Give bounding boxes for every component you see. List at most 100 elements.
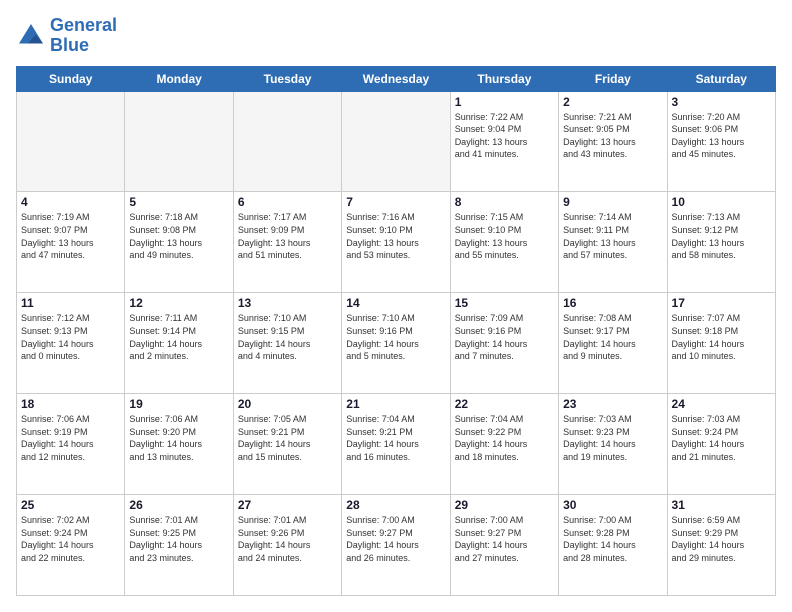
calendar-cell: 25Sunrise: 7:02 AM Sunset: 9:24 PM Dayli… <box>17 495 125 596</box>
logo: General Blue <box>16 16 117 56</box>
calendar-cell: 4 Sunrise: 7:19 AM Sunset: 9:07 PM Daylig… <box>17 192 125 293</box>
cell-info: Sunrise: 7:17 AM Sunset: 9:09 PM Dayligh… <box>238 211 337 261</box>
day-number: 14 <box>346 296 445 310</box>
cell-info: Sunrise: 7:09 AM Sunset: 9:16 PM Dayligh… <box>455 312 554 362</box>
calendar-cell: 13 Sunrise: 7:10 AM Sunset: 9:15 PM Dayli… <box>233 293 341 394</box>
cell-info: Sunrise: 7:00 AM Sunset: 9:28 PM Dayligh… <box>563 514 662 564</box>
day-number: 4 <box>21 195 120 209</box>
week-row-2: 4 Sunrise: 7:19 AM Sunset: 9:07 PM Daylig… <box>17 192 776 293</box>
calendar-cell: 12 Sunrise: 7:11 AM Sunset: 9:14 PM Dayli… <box>125 293 233 394</box>
week-row-4: 18Sunrise: 7:06 AM Sunset: 9:19 PM Dayli… <box>17 394 776 495</box>
calendar-cell: 7 Sunrise: 7:16 AM Sunset: 9:10 PM Daylig… <box>342 192 450 293</box>
weekday-thursday: Thursday <box>450 66 558 91</box>
day-number: 15 <box>455 296 554 310</box>
cell-info: Sunrise: 7:22 AM Sunset: 9:04 PM Dayligh… <box>455 111 554 161</box>
weekday-wednesday: Wednesday <box>342 66 450 91</box>
week-row-5: 25Sunrise: 7:02 AM Sunset: 9:24 PM Dayli… <box>17 495 776 596</box>
cell-info: Sunrise: 7:00 AM Sunset: 9:27 PM Dayligh… <box>346 514 445 564</box>
day-number: 26 <box>129 498 228 512</box>
calendar-cell: 26 Sunrise: 7:01 AM Sunset: 9:25 PM Dayli… <box>125 495 233 596</box>
day-number: 21 <box>346 397 445 411</box>
day-number: 7 <box>346 195 445 209</box>
calendar-cell: 27Sunrise: 7:01 AM Sunset: 9:26 PM Dayli… <box>233 495 341 596</box>
day-number: 29 <box>455 498 554 512</box>
calendar-cell <box>233 91 341 192</box>
day-number: 19 <box>129 397 228 411</box>
day-number: 18 <box>21 397 120 411</box>
calendar-cell: 15 Sunrise: 7:09 AM Sunset: 9:16 PM Dayli… <box>450 293 558 394</box>
day-number: 23 <box>563 397 662 411</box>
cell-info: Sunrise: 7:12 AM Sunset: 9:13 PM Dayligh… <box>21 312 120 362</box>
calendar-cell: 21 Sunrise: 7:04 AM Sunset: 9:21 PM Dayli… <box>342 394 450 495</box>
cell-info: Sunrise: 7:21 AM Sunset: 9:05 PM Dayligh… <box>563 111 662 161</box>
calendar-cell: 30 Sunrise: 7:00 AM Sunset: 9:28 PM Dayli… <box>559 495 667 596</box>
calendar-cell: 18Sunrise: 7:06 AM Sunset: 9:19 PM Dayli… <box>17 394 125 495</box>
calendar-cell <box>342 91 450 192</box>
cell-info: Sunrise: 7:03 AM Sunset: 9:23 PM Dayligh… <box>563 413 662 463</box>
cell-info: Sunrise: 7:11 AM Sunset: 9:14 PM Dayligh… <box>129 312 228 362</box>
calendar-cell: 5 Sunrise: 7:18 AM Sunset: 9:08 PM Daylig… <box>125 192 233 293</box>
weekday-friday: Friday <box>559 66 667 91</box>
day-number: 10 <box>672 195 771 209</box>
cell-info: Sunrise: 7:07 AM Sunset: 9:18 PM Dayligh… <box>672 312 771 362</box>
calendar-cell: 2 Sunrise: 7:21 AM Sunset: 9:05 PM Daylig… <box>559 91 667 192</box>
day-number: 25 <box>21 498 120 512</box>
day-number: 16 <box>563 296 662 310</box>
cell-info: Sunrise: 6:59 AM Sunset: 9:29 PM Dayligh… <box>672 514 771 564</box>
cell-info: Sunrise: 7:04 AM Sunset: 9:22 PM Dayligh… <box>455 413 554 463</box>
cell-info: Sunrise: 7:01 AM Sunset: 9:26 PM Dayligh… <box>238 514 337 564</box>
weekday-tuesday: Tuesday <box>233 66 341 91</box>
cell-info: Sunrise: 7:08 AM Sunset: 9:17 PM Dayligh… <box>563 312 662 362</box>
day-number: 5 <box>129 195 228 209</box>
weekday-saturday: Saturday <box>667 66 775 91</box>
calendar-cell: 1 Sunrise: 7:22 AM Sunset: 9:04 PM Daylig… <box>450 91 558 192</box>
calendar-cell: 19 Sunrise: 7:06 AM Sunset: 9:20 PM Dayli… <box>125 394 233 495</box>
day-number: 17 <box>672 296 771 310</box>
calendar-cell <box>125 91 233 192</box>
day-number: 31 <box>672 498 771 512</box>
calendar-cell: 23 Sunrise: 7:03 AM Sunset: 9:23 PM Dayli… <box>559 394 667 495</box>
calendar-cell: 9Sunrise: 7:14 AM Sunset: 9:11 PM Daylig… <box>559 192 667 293</box>
cell-info: Sunrise: 7:18 AM Sunset: 9:08 PM Dayligh… <box>129 211 228 261</box>
calendar-cell: 20Sunrise: 7:05 AM Sunset: 9:21 PM Dayli… <box>233 394 341 495</box>
calendar-cell: 22 Sunrise: 7:04 AM Sunset: 9:22 PM Dayli… <box>450 394 558 495</box>
calendar-cell <box>17 91 125 192</box>
calendar-cell: 28 Sunrise: 7:00 AM Sunset: 9:27 PM Dayli… <box>342 495 450 596</box>
logo-icon <box>16 21 46 51</box>
cell-info: Sunrise: 7:16 AM Sunset: 9:10 PM Dayligh… <box>346 211 445 261</box>
day-number: 3 <box>672 95 771 109</box>
day-number: 13 <box>238 296 337 310</box>
calendar-cell: 16 Sunrise: 7:08 AM Sunset: 9:17 PM Dayli… <box>559 293 667 394</box>
cell-info: Sunrise: 7:14 AM Sunset: 9:11 PM Dayligh… <box>563 211 662 261</box>
weekday-monday: Monday <box>125 66 233 91</box>
day-number: 30 <box>563 498 662 512</box>
cell-info: Sunrise: 7:19 AM Sunset: 9:07 PM Dayligh… <box>21 211 120 261</box>
cell-info: Sunrise: 7:10 AM Sunset: 9:15 PM Dayligh… <box>238 312 337 362</box>
cell-info: Sunrise: 7:04 AM Sunset: 9:21 PM Dayligh… <box>346 413 445 463</box>
day-number: 28 <box>346 498 445 512</box>
weekday-sunday: Sunday <box>17 66 125 91</box>
cell-info: Sunrise: 7:15 AM Sunset: 9:10 PM Dayligh… <box>455 211 554 261</box>
cell-info: Sunrise: 7:00 AM Sunset: 9:27 PM Dayligh… <box>455 514 554 564</box>
week-row-3: 11Sunrise: 7:12 AM Sunset: 9:13 PM Dayli… <box>17 293 776 394</box>
cell-info: Sunrise: 7:01 AM Sunset: 9:25 PM Dayligh… <box>129 514 228 564</box>
day-number: 24 <box>672 397 771 411</box>
day-number: 2 <box>563 95 662 109</box>
cell-info: Sunrise: 7:06 AM Sunset: 9:20 PM Dayligh… <box>129 413 228 463</box>
calendar-cell: 11Sunrise: 7:12 AM Sunset: 9:13 PM Dayli… <box>17 293 125 394</box>
calendar-cell: 6Sunrise: 7:17 AM Sunset: 9:09 PM Daylig… <box>233 192 341 293</box>
day-number: 22 <box>455 397 554 411</box>
calendar-cell: 3 Sunrise: 7:20 AM Sunset: 9:06 PM Daylig… <box>667 91 775 192</box>
calendar-table: SundayMondayTuesdayWednesdayThursdayFrid… <box>16 66 776 596</box>
day-number: 12 <box>129 296 228 310</box>
cell-info: Sunrise: 7:10 AM Sunset: 9:16 PM Dayligh… <box>346 312 445 362</box>
calendar-cell: 31 Sunrise: 6:59 AM Sunset: 9:29 PM Dayli… <box>667 495 775 596</box>
calendar-cell: 8 Sunrise: 7:15 AM Sunset: 9:10 PM Daylig… <box>450 192 558 293</box>
cell-info: Sunrise: 7:03 AM Sunset: 9:24 PM Dayligh… <box>672 413 771 463</box>
calendar-cell: 17 Sunrise: 7:07 AM Sunset: 9:18 PM Dayli… <box>667 293 775 394</box>
day-number: 1 <box>455 95 554 109</box>
calendar-cell: 10 Sunrise: 7:13 AM Sunset: 9:12 PM Dayli… <box>667 192 775 293</box>
cell-info: Sunrise: 7:13 AM Sunset: 9:12 PM Dayligh… <box>672 211 771 261</box>
cell-info: Sunrise: 7:20 AM Sunset: 9:06 PM Dayligh… <box>672 111 771 161</box>
day-number: 8 <box>455 195 554 209</box>
